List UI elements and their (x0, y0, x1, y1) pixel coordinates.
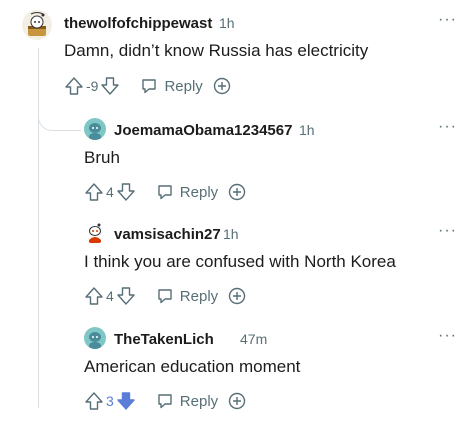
comment-actions: 4 Reply (84, 284, 246, 308)
comment-body: Bruh (84, 148, 120, 167)
comment-username[interactable]: thewolfofchippewast (64, 15, 212, 32)
comment-timestamp: 1h (223, 226, 239, 242)
comment-body: American education moment (84, 357, 301, 376)
reply-icon (158, 394, 172, 409)
upvote-icon[interactable] (84, 391, 104, 411)
reply-label: Reply (179, 392, 219, 410)
comment-actions: -9 Reply (64, 74, 231, 98)
award-icon[interactable] (228, 183, 246, 201)
vote-count: 4 (106, 288, 114, 304)
comment-body: I think you are confused with North Kore… (84, 252, 396, 271)
vote-count: -9 (86, 78, 99, 94)
reply-icon (158, 289, 172, 304)
snoo-teal-icon (89, 123, 101, 140)
comment-username[interactable]: vamsisachin27 (114, 226, 221, 243)
user-avatar[interactable] (84, 327, 106, 349)
snoo-red-icon (89, 223, 101, 243)
user-avatar[interactable] (22, 10, 52, 40)
snoo-teal-icon (89, 332, 101, 349)
user-avatar[interactable] (84, 222, 106, 244)
vote-count: 3 (106, 393, 114, 409)
reply-icon (142, 79, 157, 94)
user-avatar[interactable] (84, 118, 106, 140)
upvote-icon[interactable] (84, 182, 104, 202)
reply-icon (158, 185, 172, 200)
comment-body: Damn, didn’t know Russia has electricity (64, 41, 369, 60)
reply-label: Reply (179, 287, 219, 305)
snoo-scroll-icon (28, 12, 46, 36)
thread-branch (38, 100, 81, 131)
downvote-icon[interactable] (116, 182, 136, 202)
downvote-icon[interactable] (116, 286, 136, 306)
comment-actions: 4 Reply (84, 180, 246, 204)
comment-username[interactable]: TheTakenLich (114, 331, 214, 348)
more-options-icon[interactable]: ··· (438, 12, 457, 28)
downvote-icon[interactable] (100, 76, 120, 96)
reply-button[interactable]: Reply (156, 392, 218, 410)
reply-button[interactable]: Reply (156, 183, 218, 201)
comment-actions: 3 Reply (84, 389, 246, 413)
reply-label: Reply (164, 77, 203, 95)
reply-label: Reply (179, 183, 219, 201)
vote-count: 4 (106, 184, 114, 200)
reply-button[interactable]: Reply (140, 77, 203, 95)
more-options-icon[interactable]: ··· (438, 223, 457, 239)
comment-timestamp: 1h (219, 15, 235, 31)
comment-timestamp: 47m (240, 331, 268, 347)
award-icon[interactable] (213, 77, 231, 95)
upvote-icon[interactable] (84, 286, 104, 306)
comment-username[interactable]: JoemamaObama1234567 (114, 122, 292, 139)
reply-button[interactable]: Reply (156, 287, 218, 305)
award-icon[interactable] (228, 287, 246, 305)
award-icon[interactable] (228, 392, 246, 410)
more-options-icon[interactable]: ··· (438, 119, 457, 135)
comment-timestamp: 1h (299, 122, 315, 138)
downvote-icon-active[interactable] (116, 391, 136, 411)
upvote-icon[interactable] (64, 76, 84, 96)
more-options-icon[interactable]: ··· (438, 328, 457, 344)
